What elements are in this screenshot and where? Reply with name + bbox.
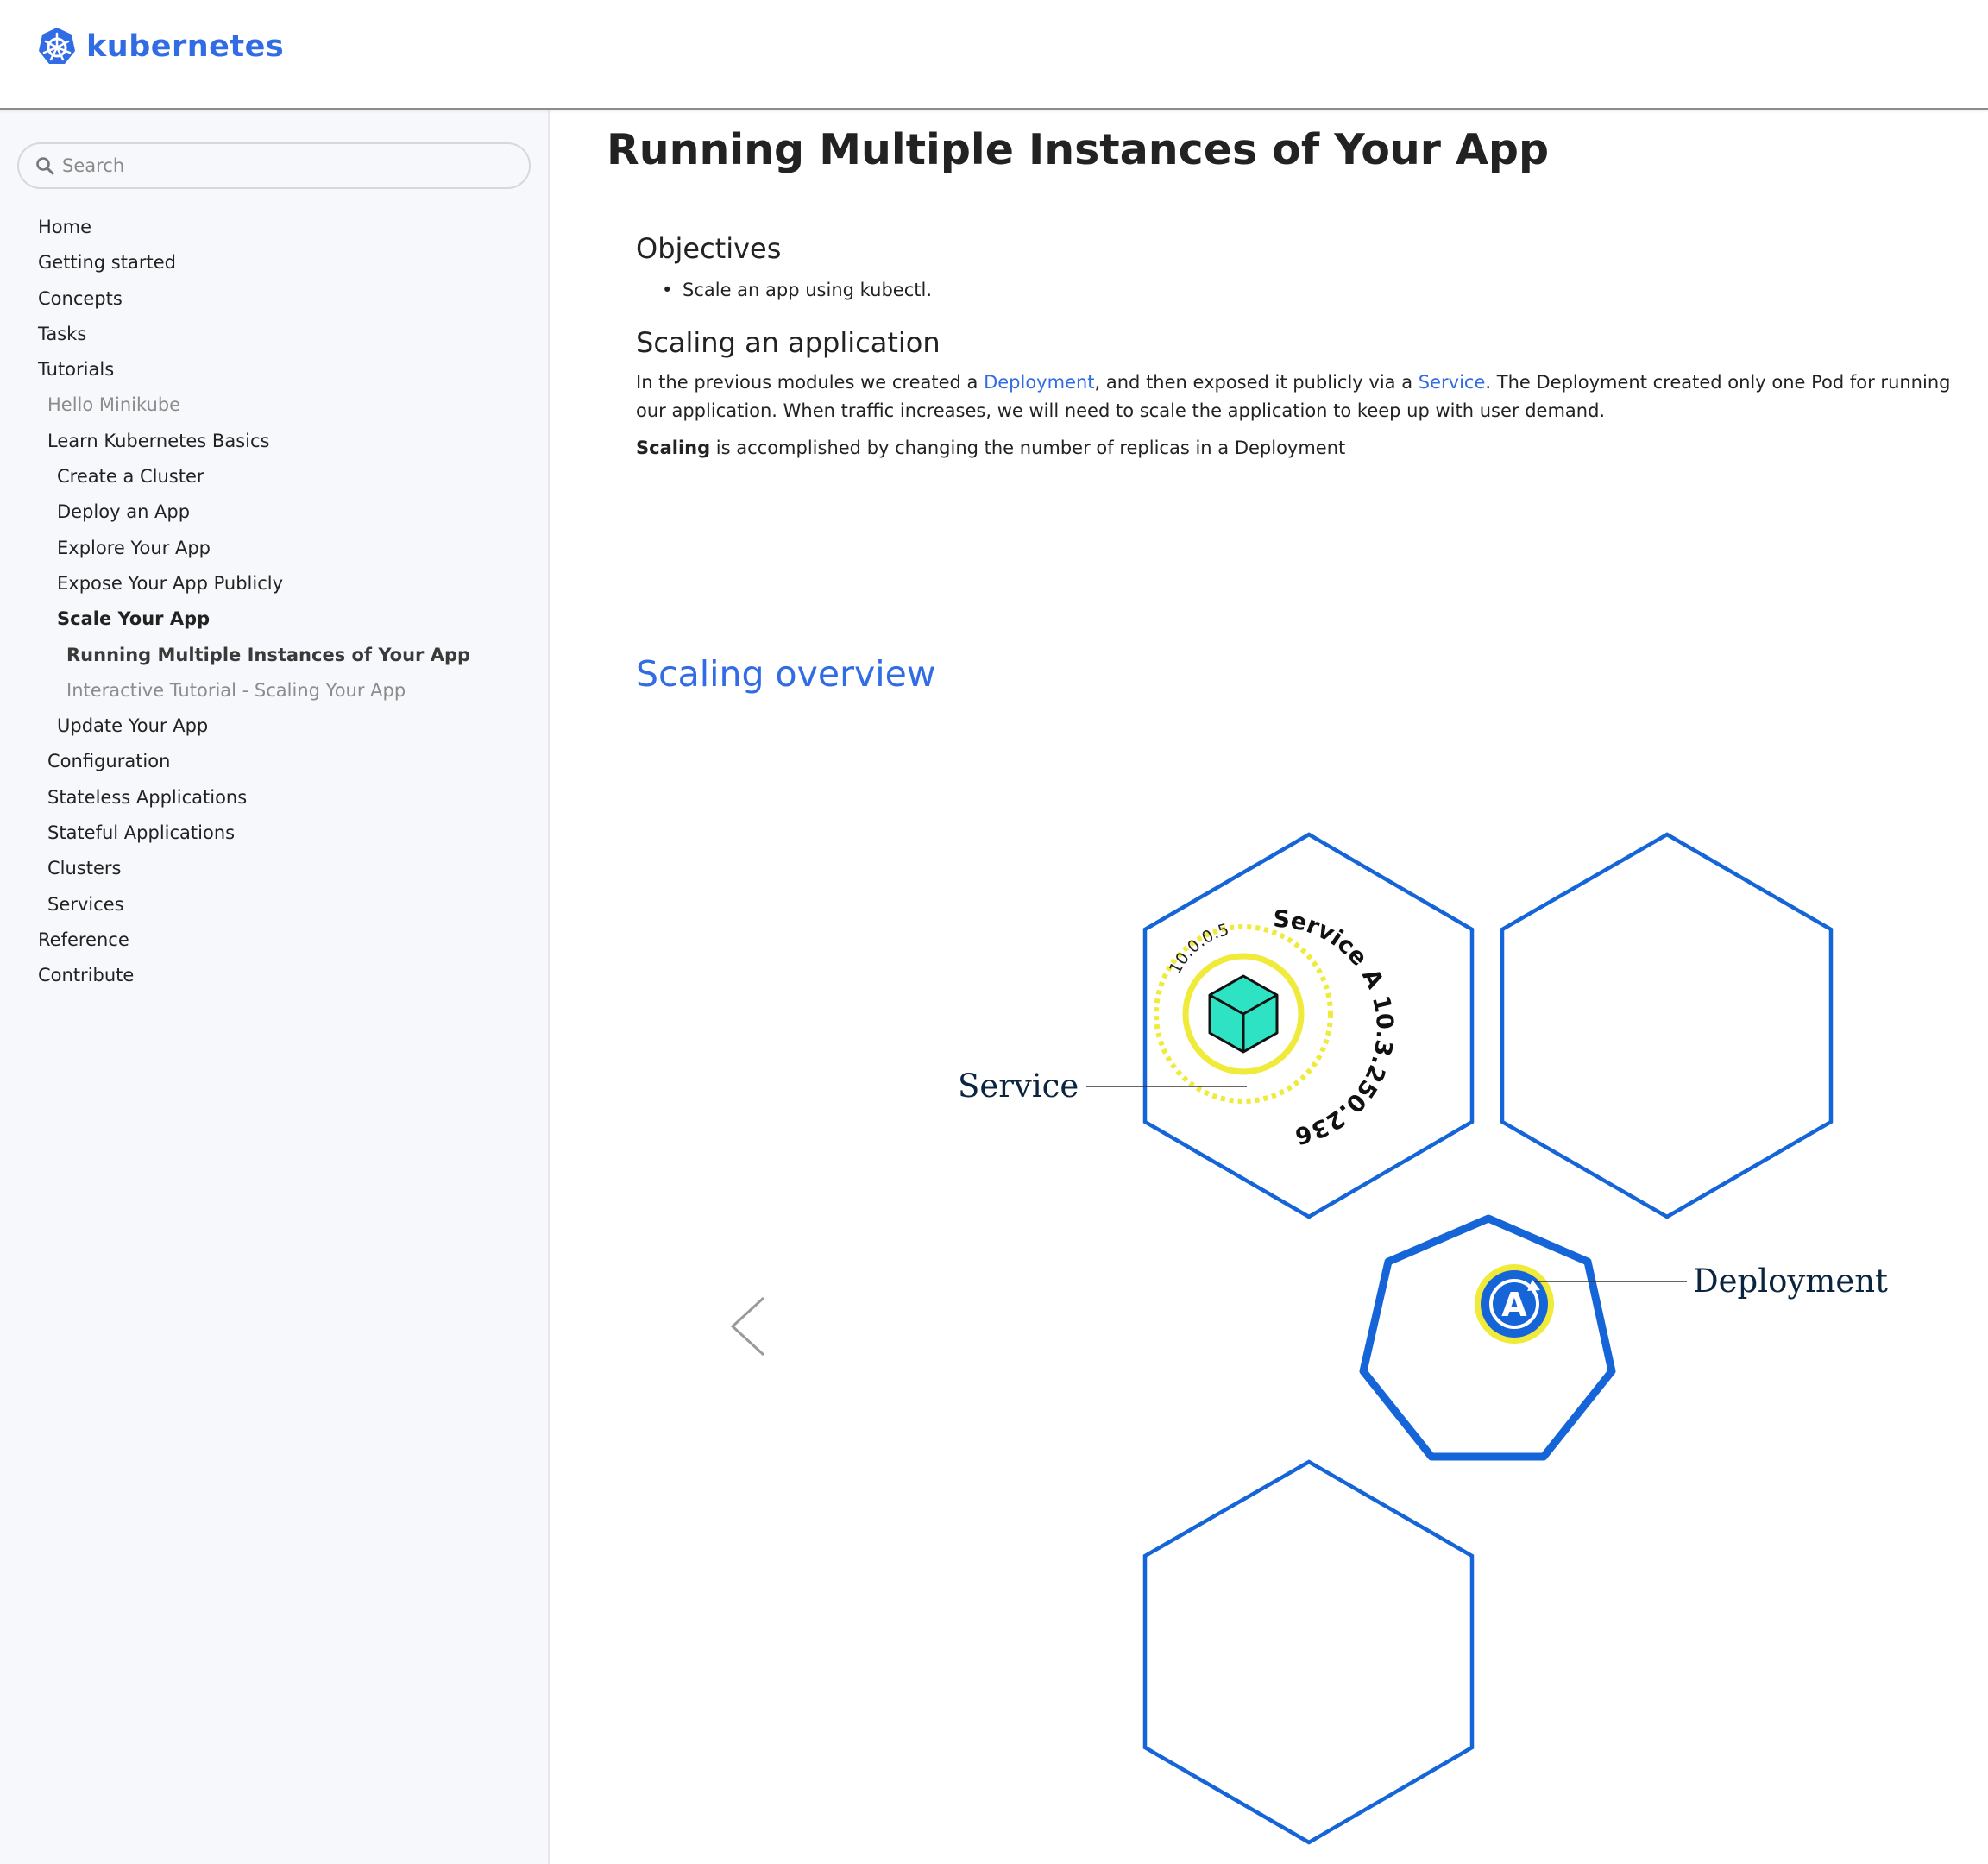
carousel-prev-button[interactable]	[722, 1296, 783, 1469]
sidebar-item-reference[interactable]: Reference	[0, 923, 550, 958]
node-hexagon-top-right	[1500, 832, 1834, 1219]
sidebar: HomeGetting startedConceptsTasksTutorial…	[0, 110, 550, 1864]
chevron-left-icon	[730, 1296, 765, 1357]
objectives-list: Scale an app using kubectl.	[636, 280, 932, 300]
scaling-bold: Scaling	[636, 438, 711, 458]
sidebar-nav: Home Getting started Concepts Tasks Tutorial…	[0, 210, 550, 994]
sidebar-item-expose-your-app-publicly[interactable]: Expose Your App Publicly	[0, 566, 550, 601]
sidebar-item-learn-kubernetes-basics[interactable]: Learn Kubernetes Basics	[0, 424, 550, 459]
sidebar-item-tutorials[interactable]: Tutorials	[0, 352, 550, 387]
deployment-link[interactable]: Deployment	[984, 372, 1094, 393]
deployment-label: Deployment	[1693, 1263, 1888, 1300]
kubernetes-helm-icon	[39, 28, 75, 64]
sidebar-item-tasks[interactable]: Tasks	[0, 317, 550, 352]
scaling-paragraph: Scaling is accomplished by changing the …	[636, 438, 1345, 458]
service-circle	[1154, 924, 1333, 1104]
sidebar-item-interactive-tutorial-scaling-your-app[interactable]: Interactive Tutorial - Scaling Your App	[0, 673, 550, 708]
scaling-overview-heading: Scaling overview	[636, 653, 936, 695]
page-title: Running Multiple Instances of Your App	[607, 125, 1550, 174]
sidebar-item-home[interactable]: Home	[0, 210, 550, 245]
sidebar-item-running-multiple-instances-of-your-app[interactable]: Running Multiple Instances of Your App	[0, 638, 550, 673]
sidebar-item-stateless-applications[interactable]: Stateless Applications	[0, 780, 550, 816]
objectives-heading: Objectives	[636, 232, 782, 265]
pod-ip-label: 10.0.0.5	[1166, 920, 1231, 977]
service-label: Service	[958, 1067, 1079, 1105]
main-content: Running Multiple Instances of Your App O…	[550, 110, 1988, 1864]
service-link[interactable]: Service	[1419, 372, 1486, 393]
pod-cube-icon	[1208, 974, 1279, 1054]
kubernetes-logo[interactable]: kubernetes	[36, 26, 284, 67]
sidebar-item-stateful-applications[interactable]: Stateful Applications	[0, 816, 550, 851]
paragraph-text: In the previous modules we created a	[636, 372, 985, 393]
sidebar-item-contribute[interactable]: Contribute	[0, 958, 550, 993]
scaling-heading: Scaling an application	[636, 326, 941, 359]
service-name-ip-label: Service A 10.3.250.236	[1273, 906, 1399, 1149]
sidebar-item-services[interactable]: Services	[0, 887, 550, 923]
deployment-heptagon	[1359, 1214, 1616, 1461]
top-header: kubernetes	[0, 0, 1988, 110]
node-hexagon-bottom	[1142, 1459, 1475, 1845]
intro-paragraph: In the previous modules we created a Dep…	[636, 368, 1982, 425]
sidebar-item-update-your-app[interactable]: Update Your App	[0, 708, 550, 744]
sidebar-item-configuration[interactable]: Configuration	[0, 744, 550, 779]
logo-text: kubernetes	[86, 29, 285, 64]
paragraph-text: is accomplished by changing the number o…	[710, 438, 1346, 458]
search-input[interactable]	[60, 154, 509, 177]
svg-text:A: A	[1501, 1286, 1527, 1324]
sidebar-item-clusters[interactable]: Clusters	[0, 851, 550, 886]
paragraph-text: , and then exposed it publicly via a	[1094, 372, 1419, 393]
sidebar-item-getting-started[interactable]: Getting started	[0, 245, 550, 280]
deployment-badge-icon: A	[1475, 1264, 1554, 1344]
sidebar-item-create-a-cluster[interactable]: Create a Cluster	[0, 459, 550, 494]
node-hexagon-top-left	[1142, 832, 1475, 1219]
search-icon	[36, 157, 54, 175]
sidebar-item-scale-your-app[interactable]: Scale Your App	[0, 601, 550, 637]
list-item: Scale an app using kubectl.	[636, 280, 932, 300]
sidebar-item-explore-your-app[interactable]: Explore Your App	[0, 531, 550, 566]
sidebar-item-hello-minikube[interactable]: Hello Minikube	[0, 387, 550, 423]
sidebar-item-deploy-an-app[interactable]: Deploy an App	[0, 494, 550, 530]
sidebar-item-concepts[interactable]: Concepts	[0, 281, 550, 317]
search-box[interactable]	[17, 142, 531, 189]
